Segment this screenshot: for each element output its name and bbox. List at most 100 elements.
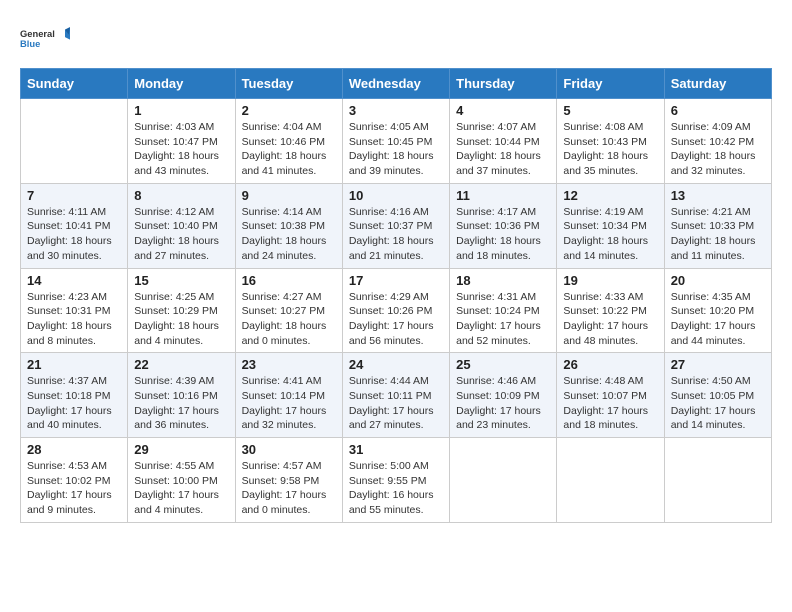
day-number: 1 [134,103,228,118]
day-info: Sunrise: 4:07 AM Sunset: 10:44 PM Daylig… [456,120,550,179]
calendar-cell: 18Sunrise: 4:31 AM Sunset: 10:24 PM Dayl… [450,268,557,353]
logo: General Blue [20,20,70,58]
day-number: 19 [563,273,657,288]
svg-text:General: General [20,29,55,39]
day-number: 27 [671,357,765,372]
week-row-1: 1 Sunrise: 4:03 AM Sunset: 10:47 PM Dayli… [21,99,772,184]
day-info: Sunrise: 4:50 AM Sunset: 10:05 PM Daylig… [671,374,765,433]
calendar-cell [450,438,557,523]
day-number: 9 [242,188,336,203]
weekday-header-wednesday: Wednesday [342,69,449,99]
day-info: Sunrise: 4:53 AM Sunset: 10:02 PM Daylig… [27,459,121,518]
day-number: 7 [27,188,121,203]
day-number: 25 [456,357,550,372]
day-info: Sunrise: 4:19 AM Sunset: 10:34 PM Daylig… [563,205,657,264]
day-info: Sunrise: 4:21 AM Sunset: 10:33 PM Daylig… [671,205,765,264]
day-number: 21 [27,357,121,372]
day-info: Sunrise: 4:35 AM Sunset: 10:20 PM Daylig… [671,290,765,349]
calendar-cell: 30 Sunrise: 4:57 AM Sunset: 9:58 PM Dayli… [235,438,342,523]
calendar-cell [21,99,128,184]
day-info: Sunrise: 4:11 AM Sunset: 10:41 PM Daylig… [27,205,121,264]
calendar-cell: 28 Sunrise: 4:53 AM Sunset: 10:02 PM Dayl… [21,438,128,523]
day-info: Sunrise: 4:16 AM Sunset: 10:37 PM Daylig… [349,205,443,264]
day-number: 4 [456,103,550,118]
day-info: Sunrise: 4:04 AM Sunset: 10:46 PM Daylig… [242,120,336,179]
day-info: Sunrise: 4:29 AM Sunset: 10:26 PM Daylig… [349,290,443,349]
day-number: 23 [242,357,336,372]
weekday-header-sunday: Sunday [21,69,128,99]
day-number: 3 [349,103,443,118]
calendar-cell: 7 Sunrise: 4:11 AM Sunset: 10:41 PM Dayli… [21,183,128,268]
logo-svg: General Blue [20,20,70,58]
day-number: 24 [349,357,443,372]
weekday-header-thursday: Thursday [450,69,557,99]
calendar-cell: 23Sunrise: 4:41 AM Sunset: 10:14 PM Dayl… [235,353,342,438]
week-row-3: 14 Sunrise: 4:23 AM Sunset: 10:31 PM Dayl… [21,268,772,353]
header: General Blue [20,20,772,58]
day-info: Sunrise: 4:14 AM Sunset: 10:38 PM Daylig… [242,205,336,264]
calendar-cell: 16 Sunrise: 4:27 AM Sunset: 10:27 PM Dayl… [235,268,342,353]
day-info: Sunrise: 4:39 AM Sunset: 10:16 PM Daylig… [134,374,228,433]
calendar-cell: 17 Sunrise: 4:29 AM Sunset: 10:26 PM Dayl… [342,268,449,353]
week-row-5: 28 Sunrise: 4:53 AM Sunset: 10:02 PM Dayl… [21,438,772,523]
calendar-cell: 10Sunrise: 4:16 AM Sunset: 10:37 PM Dayl… [342,183,449,268]
day-info: Sunrise: 4:25 AM Sunset: 10:29 PM Daylig… [134,290,228,349]
day-info: Sunrise: 4:09 AM Sunset: 10:42 PM Daylig… [671,120,765,179]
day-info: Sunrise: 4:12 AM Sunset: 10:40 PM Daylig… [134,205,228,264]
day-number: 2 [242,103,336,118]
day-info: Sunrise: 4:33 AM Sunset: 10:22 PM Daylig… [563,290,657,349]
day-number: 31 [349,442,443,457]
calendar-cell: 12 Sunrise: 4:19 AM Sunset: 10:34 PM Dayl… [557,183,664,268]
calendar-cell: 24 Sunrise: 4:44 AM Sunset: 10:11 PM Dayl… [342,353,449,438]
calendar-cell: 22Sunrise: 4:39 AM Sunset: 10:16 PM Dayl… [128,353,235,438]
day-number: 30 [242,442,336,457]
calendar-cell: 5Sunrise: 4:08 AM Sunset: 10:43 PM Dayli… [557,99,664,184]
day-info: Sunrise: 4:57 AM Sunset: 9:58 PM Dayligh… [242,459,336,518]
day-info: Sunrise: 5:00 AM Sunset: 9:55 PM Dayligh… [349,459,443,518]
day-number: 14 [27,273,121,288]
day-info: Sunrise: 4:31 AM Sunset: 10:24 PM Daylig… [456,290,550,349]
calendar-table: SundayMondayTuesdayWednesdayThursdayFrid… [20,68,772,523]
weekday-header-monday: Monday [128,69,235,99]
day-info: Sunrise: 4:48 AM Sunset: 10:07 PM Daylig… [563,374,657,433]
weekday-header-friday: Friday [557,69,664,99]
day-number: 5 [563,103,657,118]
day-info: Sunrise: 4:23 AM Sunset: 10:31 PM Daylig… [27,290,121,349]
calendar-cell: 3 Sunrise: 4:05 AM Sunset: 10:45 PM Dayli… [342,99,449,184]
day-number: 17 [349,273,443,288]
weekday-header-row: SundayMondayTuesdayWednesdayThursdayFrid… [21,69,772,99]
calendar-cell: 2 Sunrise: 4:04 AM Sunset: 10:46 PM Dayli… [235,99,342,184]
day-info: Sunrise: 4:27 AM Sunset: 10:27 PM Daylig… [242,290,336,349]
day-info: Sunrise: 4:37 AM Sunset: 10:18 PM Daylig… [27,374,121,433]
day-number: 12 [563,188,657,203]
day-info: Sunrise: 4:46 AM Sunset: 10:09 PM Daylig… [456,374,550,433]
day-info: Sunrise: 4:05 AM Sunset: 10:45 PM Daylig… [349,120,443,179]
day-number: 11 [456,188,550,203]
calendar-cell: 4 Sunrise: 4:07 AM Sunset: 10:44 PM Dayli… [450,99,557,184]
day-number: 20 [671,273,765,288]
calendar-cell: 29 Sunrise: 4:55 AM Sunset: 10:00 PM Dayl… [128,438,235,523]
day-info: Sunrise: 4:55 AM Sunset: 10:00 PM Daylig… [134,459,228,518]
week-row-2: 7 Sunrise: 4:11 AM Sunset: 10:41 PM Dayli… [21,183,772,268]
calendar-cell: 11 Sunrise: 4:17 AM Sunset: 10:36 PM Dayl… [450,183,557,268]
day-info: Sunrise: 4:03 AM Sunset: 10:47 PM Daylig… [134,120,228,179]
day-info: Sunrise: 4:44 AM Sunset: 10:11 PM Daylig… [349,374,443,433]
calendar-cell: 20 Sunrise: 4:35 AM Sunset: 10:20 PM Dayl… [664,268,771,353]
calendar-cell: 15 Sunrise: 4:25 AM Sunset: 10:29 PM Dayl… [128,268,235,353]
week-row-4: 21 Sunrise: 4:37 AM Sunset: 10:18 PM Dayl… [21,353,772,438]
day-number: 8 [134,188,228,203]
weekday-header-tuesday: Tuesday [235,69,342,99]
day-number: 6 [671,103,765,118]
calendar-cell: 27 Sunrise: 4:50 AM Sunset: 10:05 PM Dayl… [664,353,771,438]
day-number: 26 [563,357,657,372]
calendar-cell: 31 Sunrise: 5:00 AM Sunset: 9:55 PM Dayli… [342,438,449,523]
calendar-cell: 25 Sunrise: 4:46 AM Sunset: 10:09 PM Dayl… [450,353,557,438]
day-number: 16 [242,273,336,288]
calendar-cell [557,438,664,523]
calendar-cell: 14 Sunrise: 4:23 AM Sunset: 10:31 PM Dayl… [21,268,128,353]
day-number: 15 [134,273,228,288]
calendar-cell: 9 Sunrise: 4:14 AM Sunset: 10:38 PM Dayli… [235,183,342,268]
day-number: 29 [134,442,228,457]
day-info: Sunrise: 4:17 AM Sunset: 10:36 PM Daylig… [456,205,550,264]
day-number: 28 [27,442,121,457]
